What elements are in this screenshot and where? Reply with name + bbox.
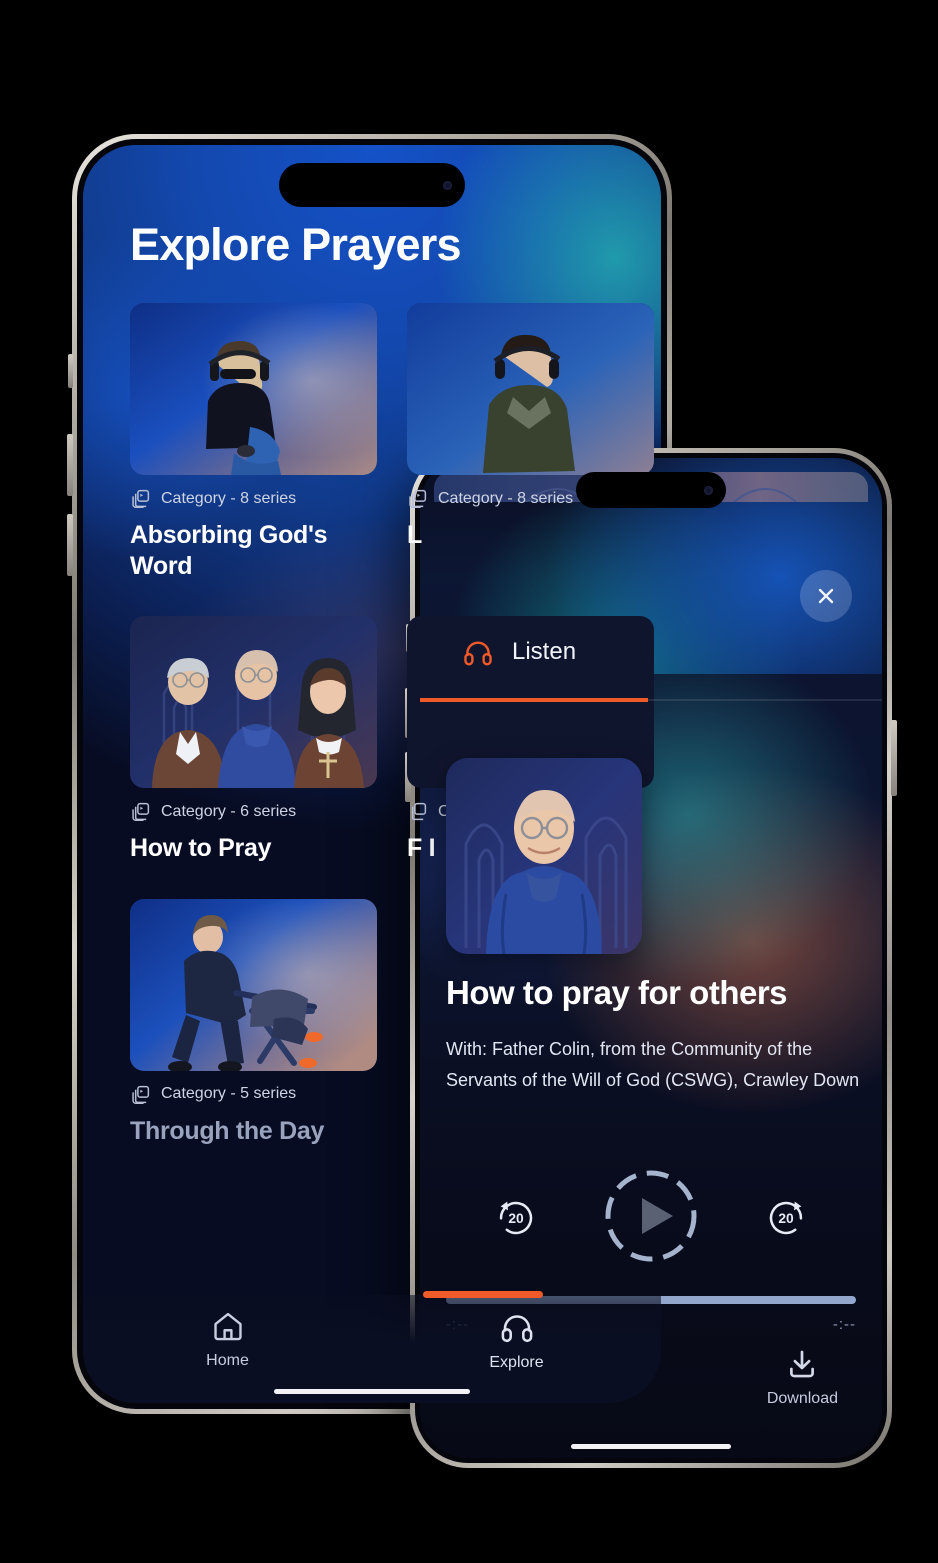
svg-text:20: 20 [508,1211,524,1226]
tab-label: Home [206,1352,249,1369]
headphones-icon [462,636,494,668]
card-title: L [407,521,422,549]
action-label: Download [766,1389,838,1407]
forward-20-button[interactable]: 20 [763,1193,809,1239]
media-stack-icon [130,801,151,822]
category-card[interactable]: Category - 8 series Absorbing God's Word [130,303,377,581]
card-thumbnail [130,303,377,475]
card-thumbnail [130,898,377,1071]
home-indicator[interactable] [274,1389,470,1394]
rewind-20-icon: 20 [493,1193,539,1239]
card-meta-label: Category - 6 series [161,802,297,820]
download-icon [785,1347,819,1381]
media-stack-icon [130,488,151,509]
mute-switch[interactable] [68,354,73,388]
screenshot-stage: Explore Prayers Category - 8 series Abso… [0,0,938,1563]
card-title: How to Pray [130,834,272,862]
svg-text:20: 20 [778,1211,794,1226]
dynamic-island [279,163,465,207]
episode-title: How to pray for others [446,974,788,1011]
card-title: Absorbing God's Word [130,521,328,580]
rewind-20-button[interactable]: 20 [493,1193,539,1239]
media-stack-icon [407,801,428,822]
power-button[interactable] [891,720,897,796]
episode-description: With: Father Colin, from the Community o… [446,1039,860,1090]
category-card[interactable]: Category - 8 series L [407,303,654,581]
card-meta: Category - 5 series [130,1084,377,1105]
front-camera-icon [443,180,452,190]
home-icon [211,1309,245,1343]
tab-listen[interactable]: Listen [420,636,576,668]
download-button[interactable]: Download [767,1347,838,1408]
category-card[interactable]: Category - 6 series How to Pray [130,616,377,864]
volume-up-button[interactable] [67,434,73,496]
close-button[interactable] [800,570,852,622]
card-title: Through the Day [130,1116,325,1145]
sidebar-item-explore[interactable]: Explore [372,1309,661,1372]
headphones-icon [499,1309,535,1345]
sidebar-item-home[interactable]: Home [83,1309,372,1370]
card-meta-label: Category - 5 series [161,1085,297,1102]
front-camera-icon [704,485,713,495]
card-thumbnail [407,303,654,475]
media-stack-icon [407,488,428,509]
page-title: Explore Prayers [130,219,462,270]
card-thumbnail [130,616,377,788]
card-row: Category - 8 series Absorbing God's Word [130,303,661,581]
category-card[interactable]: Category - 5 series Through the Day [130,898,377,1147]
active-tab-indicator [420,698,648,702]
bottom-tab-bar: Home Explore [83,1291,661,1403]
tab-label: Explore [489,1354,544,1371]
card-meta: Category - 6 series [130,801,377,822]
card-meta-label: Category - 8 series [438,489,574,507]
playback-controls: 20 20 [420,1158,882,1274]
tab-label: Listen [512,638,577,665]
forward-20-icon: 20 [763,1193,809,1239]
card-meta: Category - 8 series [130,488,377,509]
episode-artwork [446,758,642,954]
home-indicator[interactable] [571,1444,731,1449]
active-tab-indicator [423,1291,543,1298]
close-icon [814,584,838,608]
media-stack-icon [130,1084,151,1105]
dynamic-island [576,472,726,508]
play-button[interactable] [601,1166,701,1266]
volume-down-button[interactable] [67,514,73,576]
card-meta-label: Category - 8 series [161,489,297,507]
